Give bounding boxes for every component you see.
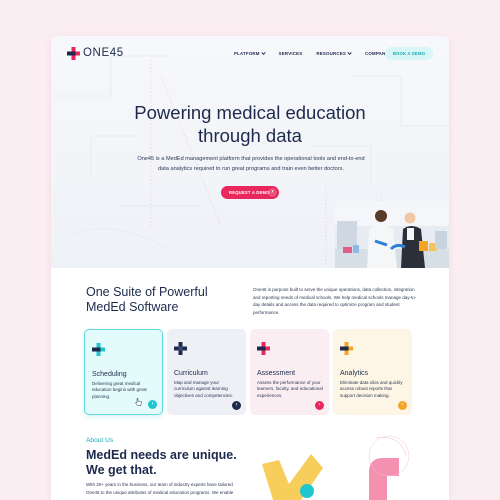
yellow-chevron-shape — [262, 454, 323, 500]
teal-dot-shape — [300, 484, 314, 498]
pink-arch-shape — [369, 458, 399, 500]
decorative-shapes — [262, 435, 410, 500]
web-page: ONE45 PLATFORM SERVICES RESOURCES COMPAN… — [51, 36, 449, 500]
